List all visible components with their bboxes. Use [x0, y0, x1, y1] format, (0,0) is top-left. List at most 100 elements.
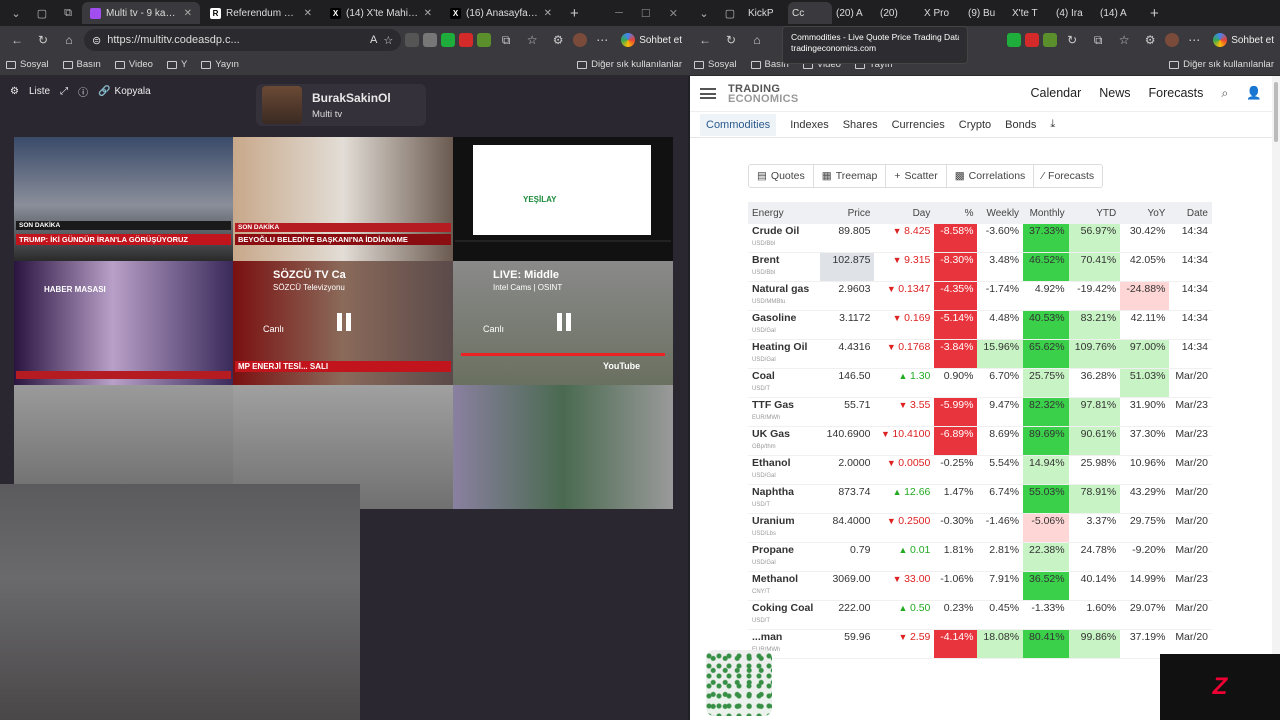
browser-tab[interactable]: X Pro — [920, 2, 964, 24]
browser-tab[interactable]: Cc — [788, 2, 832, 24]
close-tab-icon[interactable]: ✕ — [304, 8, 312, 19]
profile-card[interactable]: BurakSakinOl Multi tv — [256, 84, 426, 126]
tab-actions-icon[interactable]: ⧉ — [56, 2, 80, 24]
page-scrollbar[interactable] — [1272, 76, 1280, 720]
bookmark-folder[interactable]: Y — [166, 59, 187, 70]
commodity-cell[interactable]: UK Gas GBp/thm — [748, 426, 821, 456]
table-row[interactable]: Brent USD/Bbl 102.8759.315-8.30%3.48%46.52… — [748, 252, 1212, 282]
back-icon[interactable]: ← — [6, 29, 28, 51]
download-icon[interactable]: ⤓ — [1050, 118, 1055, 131]
pause-icon[interactable] — [557, 313, 571, 331]
browser-tab[interactable]: R Referendum 2026, oggi ✕ — [202, 2, 320, 24]
nav-forecasts[interactable]: Forecasts — [1149, 86, 1204, 101]
user-icon[interactable]: 👤 — [1246, 86, 1262, 101]
site-info-icon[interactable]: ⊜ — [92, 34, 101, 47]
category-tab[interactable]: Commodities — [700, 113, 777, 136]
browser-tab[interactable]: (4) Ira — [1052, 2, 1096, 24]
bookmark-folder[interactable]: Sosyal — [6, 59, 49, 70]
browser-tab[interactable]: X'te T — [1008, 2, 1052, 24]
more-menu-icon[interactable]: ⋯ — [1183, 29, 1205, 51]
back-icon[interactable]: ← — [694, 29, 716, 51]
list-button[interactable]: Liste — [29, 86, 50, 97]
bookmark-folder[interactable]: Basın — [62, 59, 101, 70]
category-tab[interactable]: Indexes — [790, 119, 829, 131]
close-window-icon[interactable]: ✕ — [669, 7, 678, 20]
table-row[interactable]: Coal USD/T 146.501.300.90%6.70%25.75%36.28… — [748, 368, 1212, 398]
refresh-icon[interactable]: ↻ — [32, 29, 54, 51]
commodity-name[interactable]: Gasoline — [752, 312, 796, 324]
commodity-name[interactable]: UK Gas — [752, 428, 790, 440]
settings-icon[interactable]: ⚙ — [10, 86, 19, 97]
bookmark-folder[interactable]: Sosyal — [694, 59, 737, 70]
nav-calendar[interactable]: Calendar — [1031, 86, 1082, 101]
commodity-cell[interactable]: Heating Oil USD/Gal — [748, 339, 821, 369]
pause-icon[interactable] — [337, 313, 351, 331]
video-cell[interactable]: LIVE: Middle Intel Cams | OSINT Canlı Yo… — [453, 261, 673, 385]
bookmark-folder[interactable]: Video — [114, 59, 153, 70]
extension-icon[interactable] — [405, 33, 420, 47]
browser-tab[interactable]: (14) A — [1096, 2, 1140, 24]
progress-bar[interactable] — [461, 353, 665, 356]
column-header[interactable]: Price — [820, 202, 875, 224]
table-row[interactable]: TTF Gas EUR/MWh 55.713.55-5.99%9.47%82.32%… — [748, 397, 1212, 427]
info-icon[interactable]: ⓘ — [78, 84, 88, 99]
category-tab[interactable]: Bonds — [1005, 119, 1036, 131]
extension-icon[interactable] — [1007, 33, 1022, 47]
view-tool-button[interactable]: ⁄ Forecasts — [1034, 165, 1102, 187]
commodity-name[interactable]: Ethanol — [752, 457, 791, 469]
commodity-cell[interactable]: Uranium USD/Lbs — [748, 513, 821, 543]
close-tab-icon[interactable]: ✕ — [184, 8, 192, 19]
fullscreen-icon[interactable]: ⤢ — [60, 86, 68, 97]
column-header[interactable]: Monthly — [1023, 202, 1069, 224]
extensions-icon[interactable]: ⚙ — [1139, 29, 1161, 51]
split-screen-icon[interactable]: ⧉ — [1087, 29, 1109, 51]
commodity-cell[interactable]: Ethanol USD/Gal — [748, 455, 821, 485]
other-favorites[interactable]: Diğer sık kullanılanlar — [1169, 59, 1274, 70]
extension-icon[interactable] — [441, 33, 456, 47]
split-screen-icon[interactable]: ⧉ — [495, 29, 517, 51]
table-row[interactable]: Gasoline USD/Gal 3.11720.169-5.14%4.48%40.… — [748, 310, 1212, 340]
browser-tab[interactable]: (9) Bu — [964, 2, 1008, 24]
browser-tab[interactable]: Multi tv - 9 kanal a ✕ — [82, 2, 200, 24]
extensions-icon[interactable]: ⚙ — [547, 29, 569, 51]
commodity-name[interactable]: Coal — [752, 370, 775, 382]
browser-tab[interactable]: X (16) Anasayfa / X ✕ — [442, 2, 560, 24]
nav-news[interactable]: News — [1099, 86, 1130, 101]
maximize-icon[interactable]: ☐ — [641, 7, 651, 20]
category-tab[interactable]: Crypto — [959, 119, 991, 131]
close-tab-icon[interactable]: ✕ — [544, 8, 552, 19]
commodity-name[interactable]: ...man — [752, 631, 782, 643]
commodity-name[interactable]: Uranium — [752, 515, 795, 527]
extension-icon[interactable] — [1025, 33, 1040, 47]
commodity-name[interactable]: Natural gas — [752, 283, 809, 295]
table-row[interactable]: UK Gas GBp/thm 140.690010.4100-6.89%8.69%8… — [748, 426, 1212, 456]
copy-button[interactable]: 🔗 Kopyala — [98, 86, 151, 97]
tab-list-icon[interactable]: ⌄ — [4, 2, 28, 24]
table-row[interactable]: Crude OilUSD/Bbl89.8058.425-8.58%-3.60%3… — [748, 224, 1212, 253]
commodity-name[interactable]: Heating Oil — [752, 341, 807, 353]
commodity-cell[interactable]: Gasoline USD/Gal — [748, 310, 821, 340]
search-icon[interactable]: ⌕ — [1221, 86, 1228, 101]
table-row[interactable]: Naphtha USD/T 873.7412.661.47%6.74%55.03%7… — [748, 484, 1212, 514]
view-tool-button[interactable]: ▩ Correlations — [947, 165, 1035, 187]
video-cell[interactable]: SÖZCÜ TV Ca SÖZCÜ Televizyonu Canlı MP E… — [233, 261, 453, 385]
extension-icon[interactable] — [477, 33, 492, 47]
commodity-name[interactable]: Propane — [752, 544, 794, 556]
refresh-icon[interactable]: ↻ — [720, 29, 742, 51]
table-row[interactable]: Propane USD/Gal 0.790.011.81%2.81%22.38%24… — [748, 542, 1212, 572]
close-tab-icon[interactable]: ✕ — [424, 8, 432, 19]
extension-icon[interactable] — [1043, 33, 1058, 47]
commodity-name[interactable]: Crude Oil — [752, 225, 799, 237]
table-row[interactable]: ...manEUR/MWh59.962.59-4.14%18.08%80.41%… — [748, 629, 1212, 659]
table-row[interactable]: Methanol CNY/T 3069.0033.00-1.06%7.91%36.5… — [748, 571, 1212, 601]
table-row[interactable]: Heating Oil USD/Gal 4.43160.1768-3.84%15.9… — [748, 339, 1212, 369]
favorites-icon[interactable]: ☆ — [1113, 29, 1135, 51]
video-cell[interactable]: SON DAKİKA TRUMP: İKİ GÜNDÜR İRAN'LA GÖR… — [14, 137, 233, 261]
commodity-name[interactable]: TTF Gas — [752, 399, 794, 411]
view-tool-button[interactable]: ▦ Treemap — [814, 165, 887, 187]
column-header[interactable]: Day — [874, 202, 935, 224]
table-row[interactable]: Ethanol USD/Gal 2.00000.0050-0.25%5.54%14.… — [748, 455, 1212, 485]
browser-tab[interactable]: KickP — [744, 2, 788, 24]
commodity-cell[interactable]: Brent USD/Bbl — [748, 252, 821, 282]
address-bar[interactable]: ⊜ https://multitv.codeasdp.c... A ☆ — [84, 29, 402, 51]
